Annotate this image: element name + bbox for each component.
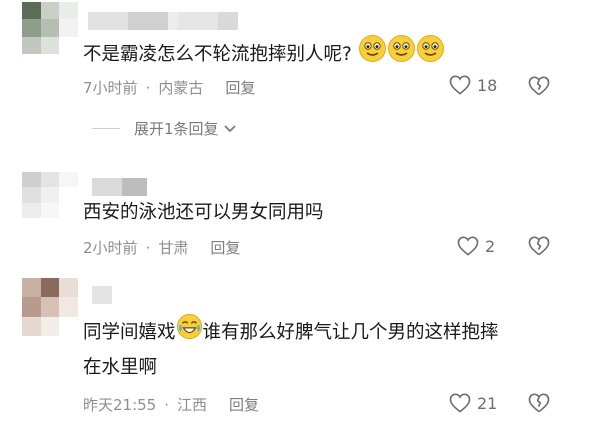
chevron-down-icon xyxy=(223,124,236,132)
reply-button[interactable]: 回复 xyxy=(229,394,259,415)
like-count: 18 xyxy=(477,75,498,95)
comment-text-part2: 谁有那么好脾气让几个男的这样抱摔 xyxy=(202,322,499,343)
comment-text: 不是霸凌怎么不轮流抱摔别人呢? xyxy=(83,34,445,76)
dislike-button[interactable] xyxy=(528,76,550,100)
comment-text-line2: 在水里啊 xyxy=(83,357,158,378)
comment-location: 江西 xyxy=(177,396,208,414)
smiley-emoji xyxy=(358,34,387,76)
comment-location: 内蒙古 xyxy=(158,79,204,97)
separator-dot: · xyxy=(145,78,151,97)
avatar[interactable] xyxy=(22,172,78,218)
comment-meta: 2小时前 · 甘肃 回复 xyxy=(83,237,240,258)
comment-text-part1: 同学间嬉戏 xyxy=(83,322,176,343)
comment-text: 西安的泳池还可以男女同用吗 xyxy=(83,202,324,223)
heart-icon xyxy=(449,75,471,95)
reply-button[interactable]: 回复 xyxy=(225,77,255,98)
reply-button[interactable]: 回复 xyxy=(210,237,240,258)
broken-heart-icon xyxy=(528,236,550,256)
comment-location: 甘肃 xyxy=(158,239,189,257)
dislike-button[interactable] xyxy=(528,393,550,417)
separator-dot: · xyxy=(145,238,151,257)
comment-time: 昨天21:55 xyxy=(83,396,157,414)
expand-replies-button[interactable]: 展开1条回复 xyxy=(92,118,237,139)
like-count: 2 xyxy=(485,236,496,256)
divider-line xyxy=(92,128,120,129)
like-button[interactable]: 2 xyxy=(457,236,495,256)
username-blurred[interactable] xyxy=(92,178,147,196)
smiley-emoji xyxy=(387,34,416,76)
smiley-emoji xyxy=(416,34,445,76)
comment-text-content: 不是霸凌怎么不轮流抱摔别人呢? xyxy=(83,44,352,65)
broken-heart-icon xyxy=(528,393,550,413)
comment-time: 2小时前 xyxy=(83,239,138,257)
heart-icon xyxy=(457,236,479,256)
avatar[interactable] xyxy=(22,2,78,54)
like-count: 21 xyxy=(477,393,498,413)
comment-time: 7小时前 xyxy=(83,79,138,97)
username-blurred-2 xyxy=(178,12,238,30)
separator-dot: · xyxy=(164,395,170,414)
comment-text: 同学间嬉戏 谁有那么好脾气让几个男的这样抱摔 xyxy=(83,313,499,353)
like-button[interactable]: 21 xyxy=(449,393,497,413)
expand-replies-label: 展开1条回复 xyxy=(134,120,219,138)
broken-heart-icon xyxy=(528,76,550,96)
username-blurred[interactable] xyxy=(92,286,112,304)
heart-icon xyxy=(449,393,471,413)
laughing-tears-emoji xyxy=(176,313,203,353)
comment-meta: 昨天21:55 · 江西 回复 xyxy=(83,394,259,415)
dislike-button[interactable] xyxy=(528,236,550,260)
like-button[interactable]: 18 xyxy=(449,75,497,95)
avatar[interactable] xyxy=(22,278,78,336)
comment-meta: 7小时前 · 内蒙古 回复 xyxy=(83,77,255,98)
